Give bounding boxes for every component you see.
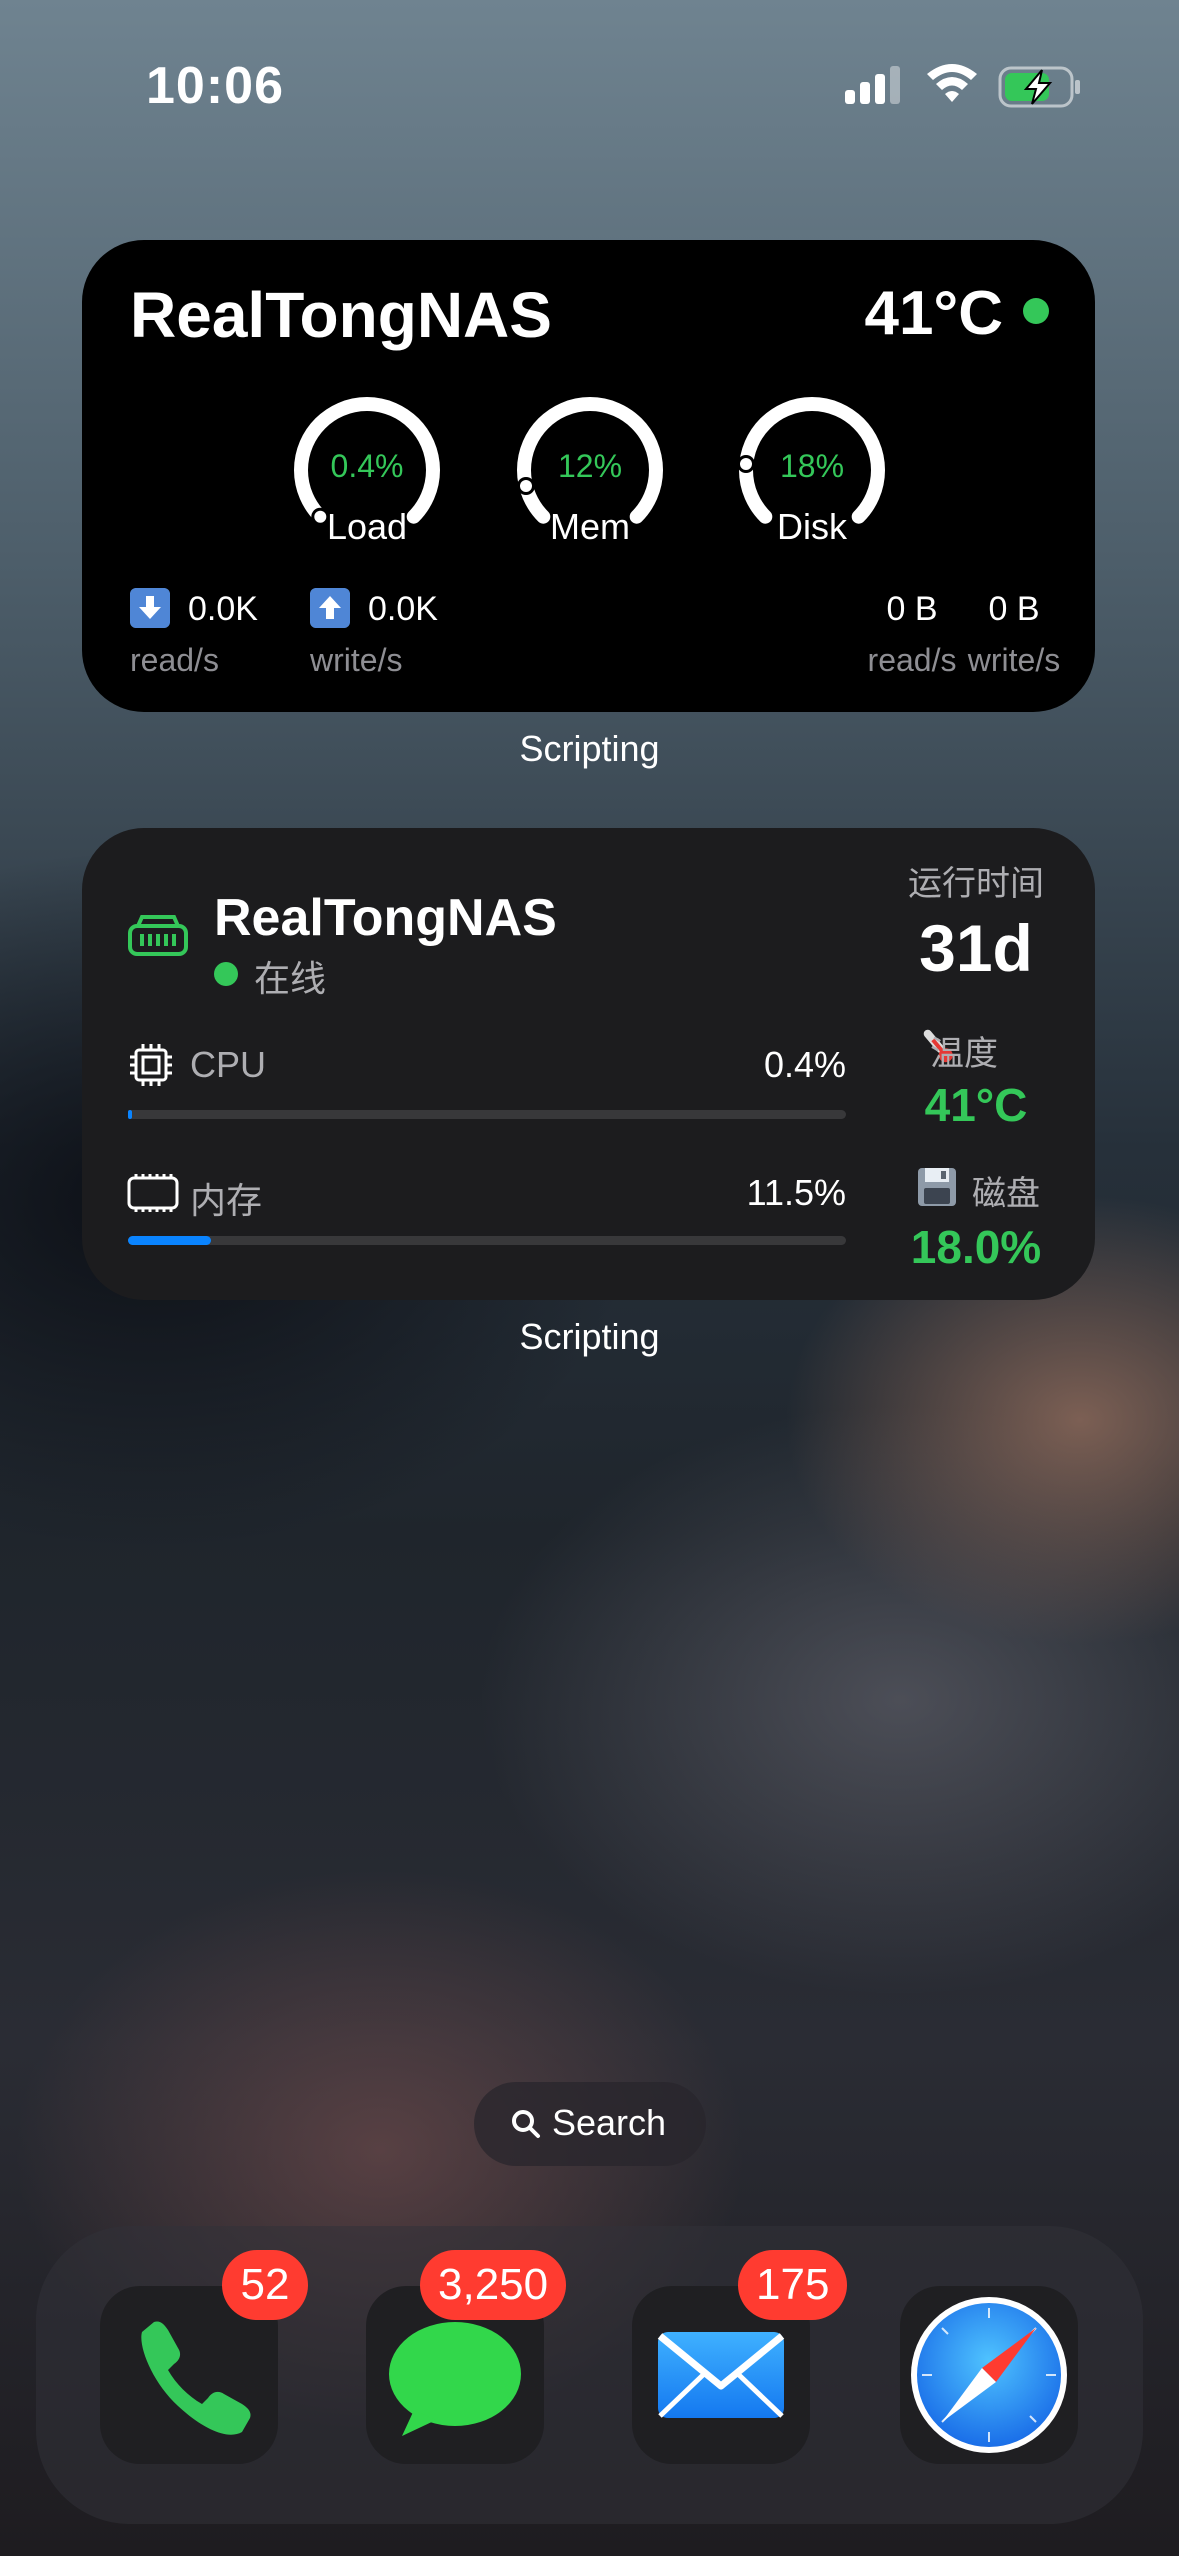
disk-read-rate-value: 0.0K (188, 590, 258, 628)
disk-label: Disk (777, 506, 847, 547)
temperature-value: 41°C (924, 1079, 1028, 1131)
memory-progress-fill (128, 1236, 211, 1245)
net-write-value: 0 B (988, 590, 1040, 628)
uptime-value: 31d (919, 911, 1033, 985)
memory-label: 内存 (190, 1180, 263, 1221)
upload-arrow-icon (310, 588, 350, 628)
memory-progress-bar (128, 1236, 846, 1245)
nas-temperature: 41°C (864, 279, 1003, 348)
disk-value: 18% (779, 448, 845, 484)
dock: 52 3,250 175 (36, 2226, 1143, 2524)
wifi-icon (927, 64, 977, 102)
online-status-dot (1023, 298, 1049, 324)
mem-label: Mem (550, 506, 630, 547)
nas-drive-icon (128, 915, 188, 956)
cpu-label: CPU (190, 1044, 267, 1085)
mail-badge: 175 (738, 2250, 848, 2320)
nas-widget-detail[interactable]: RealTongNAS 在线 CPU 0.4% 内存 11.5% 运行时间 31… (82, 828, 1095, 1300)
search-icon (512, 2110, 540, 2138)
memory-value: 11.5% (746, 1172, 846, 1213)
nas-name: RealTongNAS (130, 279, 552, 351)
uptime-label: 运行时间 (908, 865, 1044, 903)
spotlight-search-button[interactable]: Search (474, 2082, 706, 2166)
battery-charging-icon (998, 66, 1080, 108)
temperature-label: 温度 (930, 1035, 998, 1073)
cpu-progress-fill (128, 1110, 132, 1119)
disk-usage-value: 18.0% (910, 1221, 1042, 1273)
mem-gauge: 12% Mem (500, 380, 680, 560)
nas-widget-compact[interactable]: RealTongNAS 41°C 0.4% Load 12% Mem 18% D… (82, 240, 1095, 712)
load-label: Load (326, 506, 408, 547)
memory-module-icon (127, 1174, 179, 1212)
cpu-progress-bar (128, 1110, 846, 1119)
widget-caption-2: Scripting (519, 1316, 660, 1357)
status-time: 10:06 (146, 57, 284, 115)
search-label: Search (552, 2102, 667, 2143)
cellular-signal-icon (845, 66, 900, 104)
floppy-disk-icon (916, 1166, 958, 1208)
disk-read-rate-label: read/s (130, 642, 219, 678)
disk-gauge: 18% Disk (722, 380, 902, 560)
widget-caption-1: Scripting (519, 728, 660, 769)
messages-badge: 3,250 (420, 2250, 567, 2320)
nas-name-detail: RealTongNAS (214, 889, 557, 947)
disk-write-rate-value: 0.0K (368, 590, 438, 628)
net-write-label: write/s (967, 642, 1061, 678)
phone-badge: 52 (222, 2250, 308, 2320)
cpu-value: 0.4% (763, 1044, 846, 1085)
safari-app[interactable] (900, 2286, 1078, 2464)
cpu-chip-icon (130, 1044, 172, 1086)
online-status-dot-detail (214, 962, 238, 986)
load-gauge: 0.4% Load (277, 380, 457, 560)
disk-write-rate-label: write/s (310, 642, 403, 678)
online-status-text: 在线 (254, 958, 327, 999)
safari-icon (911, 2297, 1067, 2453)
download-arrow-icon (130, 588, 170, 628)
disk-label: 磁盘 (972, 1175, 1040, 1213)
load-value: 0.4% (330, 448, 404, 484)
mem-value: 12% (557, 448, 623, 484)
